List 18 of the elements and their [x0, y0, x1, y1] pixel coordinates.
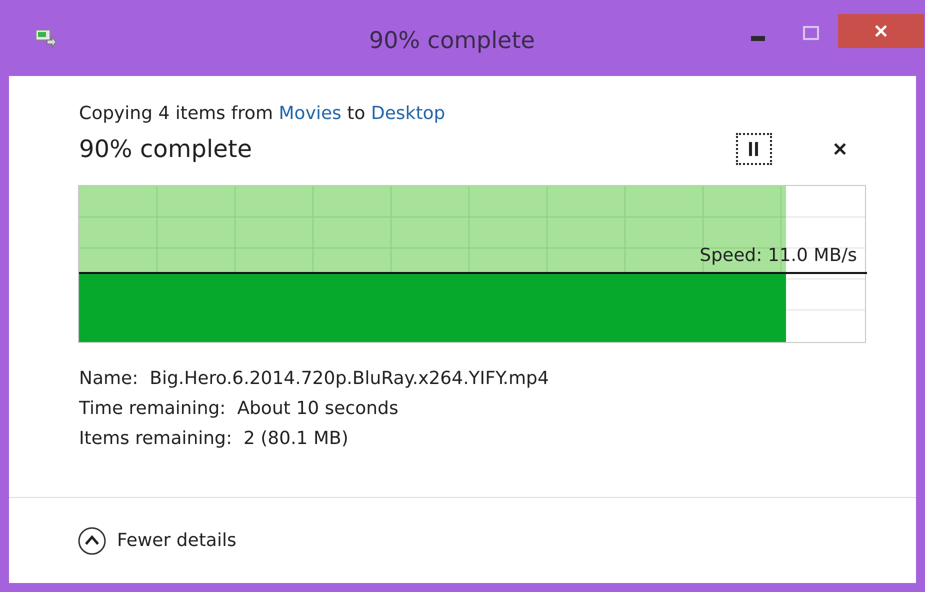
pause-button[interactable] — [736, 133, 772, 165]
destination-link[interactable]: Desktop — [370, 103, 446, 124]
source-link[interactable]: Movies — [278, 103, 342, 124]
chevron-up-icon — [77, 526, 107, 556]
detail-text: Items remaining: 2 (80.1 MB) — [79, 427, 350, 451]
progress-heading: 90% complete — [79, 134, 254, 165]
fewer-details-button[interactable]: Fewer details — [77, 526, 236, 556]
minimize-button[interactable] — [751, 36, 765, 42]
detail-text: Time remaining: About 10 seconds — [79, 397, 400, 421]
close-button[interactable] — [838, 14, 924, 48]
detail-text: Name: Big.Hero.6.2014.720p.BluRay.x264.YIFY.mp4 — [79, 367, 550, 391]
maximize-button[interactable] — [803, 26, 819, 40]
window-title: 90% complete — [369, 27, 535, 56]
close-icon — [834, 143, 846, 155]
close-icon — [874, 24, 888, 38]
pause-icon — [749, 142, 759, 156]
copy-summary: Copying 4 items from Movies to Desktop — [79, 102, 446, 126]
copy-icon — [35, 28, 57, 48]
